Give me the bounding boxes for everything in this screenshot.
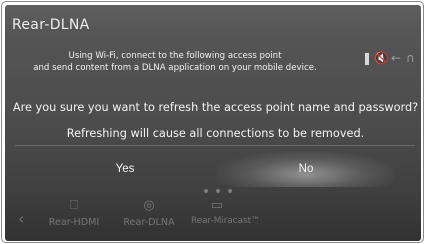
yes-button[interactable]: Yes <box>45 151 205 187</box>
dock-item-rear-miracast[interactable]: ▭ Rear-Miracast™ <box>191 198 260 241</box>
screen-title: Rear-DLNA <box>12 17 90 33</box>
speaker-muted-icon: 🔇 <box>374 51 389 65</box>
dock-item-rear-dlna[interactable]: ◎ Rear-DLNA <box>111 199 187 241</box>
headphones-icon: ∩ <box>406 51 415 65</box>
miracast-screen-icon: ▭ <box>210 198 224 213</box>
no-button[interactable]: No <box>217 151 395 187</box>
signal-bar-icon <box>365 53 369 65</box>
dock-item-label: Rear-Miracast™ <box>191 216 260 226</box>
display-frame: Rear-DLNA Using Wi-Fi, connect to the fo… <box>1 1 424 243</box>
info-text: Using Wi-Fi, connect to the following ac… <box>5 50 345 74</box>
confirm-question: Are you sure you want to refresh the acc… <box>12 101 419 114</box>
chevron-left-icon[interactable]: ‹ <box>18 209 24 228</box>
confirm-subtext: Refreshing will cause all connections to… <box>66 127 365 140</box>
dlna-screen: Rear-DLNA Using Wi-Fi, connect to the fo… <box>5 5 421 241</box>
dock-item-label: Rear-HDMI <box>48 217 100 228</box>
dialog-divider <box>15 145 415 146</box>
usb-plug-icon: ⎕ <box>70 198 78 213</box>
info-line-2: and send content from a DLNA application… <box>33 63 317 73</box>
no-button-label: No <box>298 163 314 175</box>
dlna-icon: ◎ <box>143 198 155 213</box>
back-arrow-icon: ← <box>391 51 402 65</box>
dock-item-label: Rear-DLNA <box>123 217 175 228</box>
info-line-1: Using Wi-Fi, connect to the following ac… <box>68 51 282 61</box>
yes-button-label: Yes <box>115 163 135 175</box>
dock-item-rear-hdmi[interactable]: ⎕ Rear-HDMI <box>38 199 110 241</box>
status-icons: 🔇 ← ∩ <box>362 51 421 68</box>
